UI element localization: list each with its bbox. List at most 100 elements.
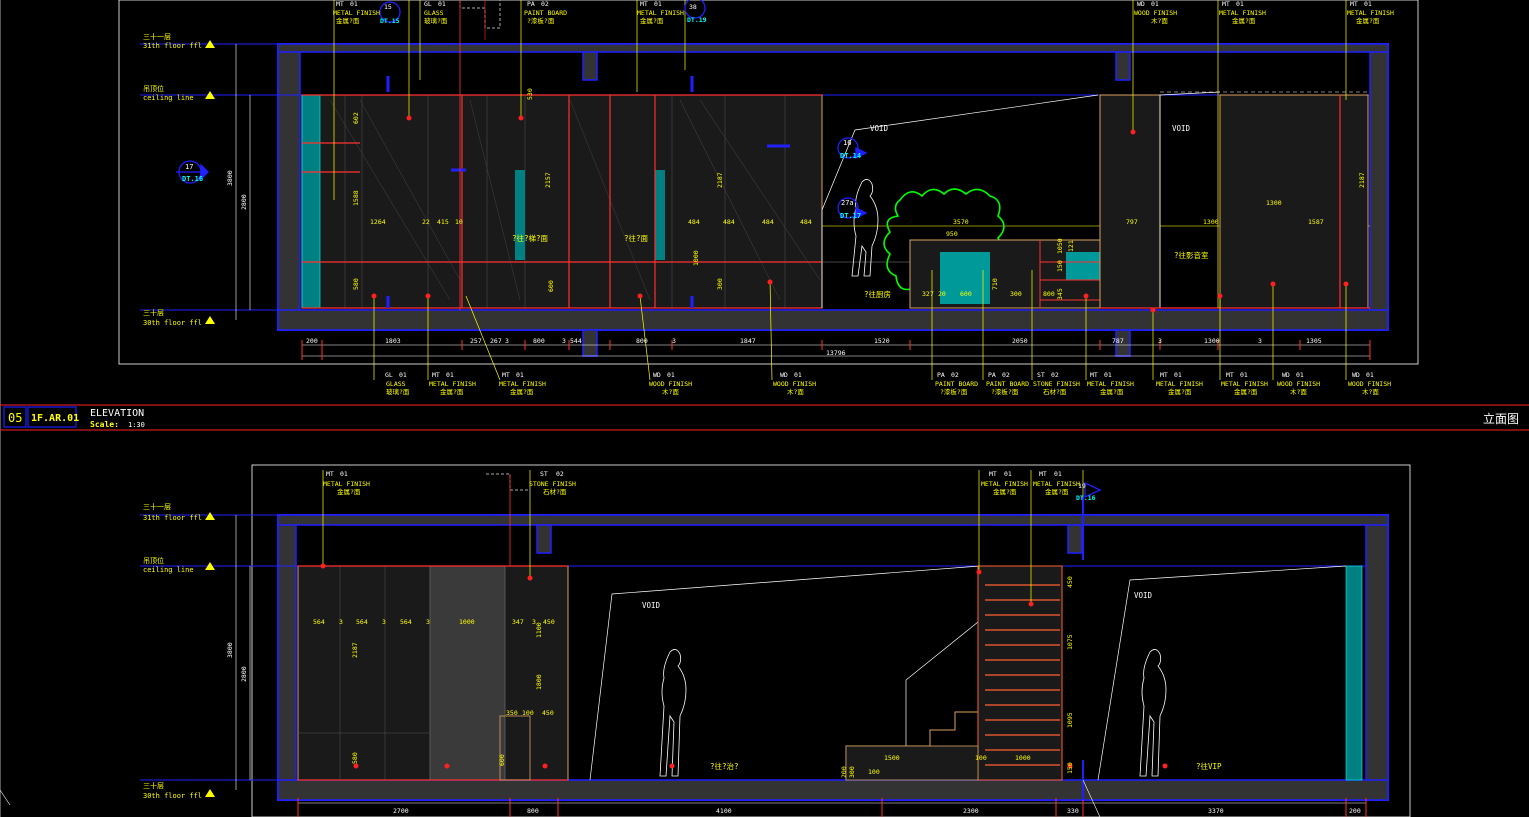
svg-text:WOOD FINISH: WOOD FINISH bbox=[1277, 380, 1320, 388]
svg-text:WOOD FINISH: WOOD FINISH bbox=[1348, 380, 1391, 388]
svg-text:石材?面: 石材?面 bbox=[543, 487, 567, 496]
svg-text:金属?面: 金属?面 bbox=[1168, 387, 1192, 396]
dimension: 600 bbox=[498, 754, 506, 766]
dimension: 1095 bbox=[1066, 712, 1074, 728]
dimension: 350 bbox=[506, 709, 518, 717]
svg-text:MT: MT bbox=[1222, 0, 1230, 8]
dimension: 2187 bbox=[1358, 172, 1366, 188]
dimension: 600 bbox=[547, 280, 555, 292]
dimension: 121 bbox=[1067, 240, 1075, 252]
svg-text:02: 02 bbox=[1002, 371, 1010, 379]
dimension: 257 bbox=[470, 337, 482, 345]
dimension: 450 bbox=[542, 709, 554, 717]
dimension: 787 bbox=[1112, 337, 1124, 345]
dimension: 1264 bbox=[370, 218, 386, 226]
svg-text:MT: MT bbox=[502, 371, 510, 379]
material-tag: MT 01METAL FINISH金属?面 bbox=[499, 371, 546, 396]
svg-text:METAL FINISH: METAL FINISH bbox=[1156, 380, 1203, 388]
svg-text:金属?面: 金属?面 bbox=[510, 387, 534, 396]
dimension: 347 bbox=[512, 618, 524, 626]
svg-text:METAL FINISH: METAL FINISH bbox=[1219, 9, 1266, 17]
sheet-number: 05 bbox=[8, 411, 22, 425]
svg-text:STONE FINISH: STONE FINISH bbox=[1033, 380, 1080, 388]
svg-text:WD: WD bbox=[780, 371, 788, 379]
dimension: 150 bbox=[1056, 260, 1064, 272]
svg-text:石材?面: 石材?面 bbox=[1043, 387, 1067, 396]
svg-text:01: 01 bbox=[438, 0, 446, 8]
dimension: 150 bbox=[1066, 762, 1074, 774]
dimension: 200 bbox=[306, 337, 318, 345]
dimension: 330 bbox=[1067, 807, 1079, 815]
svg-text:金属?面: 金属?面 bbox=[1045, 487, 1069, 496]
dimension: 1000 bbox=[692, 250, 700, 266]
dimension: 415 bbox=[437, 218, 449, 226]
dimension: 327 bbox=[922, 290, 934, 298]
svg-text:MT: MT bbox=[326, 470, 334, 478]
svg-text:01: 01 bbox=[1240, 371, 1248, 379]
cad-elevation-drawing: 05 1F.AR.01 ELEVATION Scale: 1:30 立面图 三十… bbox=[0, 0, 1529, 817]
svg-text:01: 01 bbox=[516, 371, 524, 379]
dimension: 3 bbox=[505, 337, 509, 345]
room-label: ?往?梯?面 bbox=[512, 233, 549, 243]
dimension: 3370 bbox=[1208, 807, 1224, 815]
svg-text:01: 01 bbox=[1004, 470, 1012, 478]
svg-text:金属?面: 金属?面 bbox=[337, 487, 361, 496]
svg-text:METAL FINISH: METAL FINISH bbox=[637, 9, 684, 17]
material-tag: WD 01WOOD FINISH木?面 bbox=[773, 371, 816, 396]
dimension: 300 bbox=[716, 278, 724, 290]
material-tag: MT 01METAL FINISH金属?面 bbox=[1221, 371, 1268, 396]
dimension: 100 bbox=[522, 709, 534, 717]
bottom-tags-upper: MT 01METAL FINISH金属?面 ST 02STONE FINISH石材?… bbox=[323, 470, 1096, 502]
svg-text:玻璃?面: 玻璃?面 bbox=[424, 16, 448, 25]
svg-text:01: 01 bbox=[340, 470, 348, 478]
svg-text:金属?面: 金属?面 bbox=[336, 16, 360, 25]
material-tag: MT 01METAL FINISH金属?面 bbox=[429, 371, 476, 396]
svg-text:METAL FINISH: METAL FINISH bbox=[333, 9, 380, 17]
svg-text:MT: MT bbox=[1350, 0, 1358, 8]
svg-text:METAL FINISH: METAL FINISH bbox=[499, 380, 546, 388]
dimension: 100 bbox=[975, 754, 987, 762]
svg-text:19: 19 bbox=[1078, 482, 1086, 490]
section-mark-number: 16 bbox=[843, 139, 851, 147]
dimension: 484 bbox=[688, 218, 700, 226]
svg-text:01: 01 bbox=[1151, 0, 1159, 8]
svg-text:金属?面: 金属?面 bbox=[1100, 387, 1124, 396]
svg-text:STONE FINISH: STONE FINISH bbox=[529, 480, 576, 488]
dimension: 3800 bbox=[226, 642, 234, 658]
svg-text:01: 01 bbox=[399, 371, 407, 379]
svg-text:PA: PA bbox=[937, 371, 945, 379]
svg-text:GL: GL bbox=[424, 0, 432, 8]
svg-text:WOOD FINISH: WOOD FINISH bbox=[1134, 9, 1177, 17]
svg-text:01: 01 bbox=[654, 0, 662, 8]
material-tag: PA 02PAINT BOARD?漆板?面 bbox=[524, 0, 567, 25]
dimension: 2187 bbox=[351, 642, 359, 658]
svg-text:GL: GL bbox=[385, 371, 393, 379]
scale-value: 1:30 bbox=[128, 421, 145, 429]
ceiling-en: ceiling line bbox=[143, 566, 194, 574]
dimension: 800 bbox=[636, 337, 648, 345]
svg-text:METAL FINISH: METAL FINISH bbox=[1221, 380, 1268, 388]
svg-text:PAINT BOARD: PAINT BOARD bbox=[524, 9, 567, 17]
svg-text:02: 02 bbox=[1051, 371, 1059, 379]
dimension: 1300 bbox=[1204, 337, 1220, 345]
dimension: 3 bbox=[426, 618, 430, 626]
dimension: 950 bbox=[946, 230, 958, 238]
dimension: 544 bbox=[570, 337, 582, 345]
svg-text:WD: WD bbox=[653, 371, 661, 379]
svg-text:01: 01 bbox=[794, 371, 802, 379]
dimension: 10 bbox=[455, 218, 463, 226]
top-elevation bbox=[0, 0, 1419, 817]
ceiling-cn: 吊顶位 bbox=[143, 84, 164, 93]
material-tag: ST 02 STONE FINISH石材?面 bbox=[529, 470, 576, 496]
dimension: 1587 bbox=[1308, 218, 1324, 226]
dimension: 2157 bbox=[544, 172, 552, 188]
detail-callout: 19 DT.16 bbox=[1076, 482, 1096, 502]
svg-text:木?面: 木?面 bbox=[1290, 387, 1307, 396]
dimension: 484 bbox=[800, 218, 812, 226]
dimension: 564 bbox=[356, 618, 368, 626]
room-label: ?往?面 bbox=[624, 233, 649, 243]
room-label: ?往厨房 bbox=[864, 289, 891, 299]
svg-text:MT: MT bbox=[1160, 371, 1168, 379]
title-texts: 05 1F.AR.01 ELEVATION Scale: 1:30 立面图 bbox=[8, 408, 1519, 429]
svg-text:DT.16: DT.16 bbox=[1076, 494, 1096, 502]
